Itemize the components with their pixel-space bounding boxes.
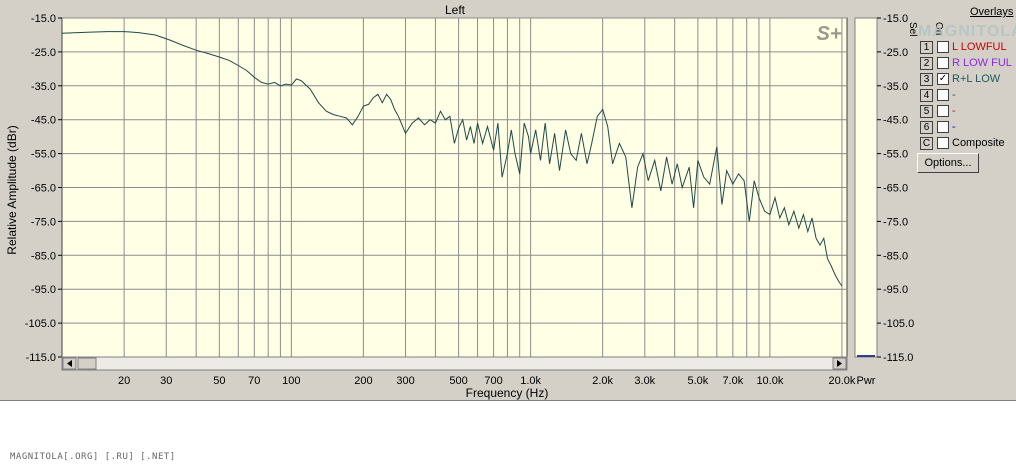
x-tick-label: 2.0k [592,375,613,387]
power-tick-label: -35.0 [883,81,908,93]
x-tick-label: 5.0k [687,375,708,387]
power-tick-label: -75.0 [883,216,908,228]
x-tick-label: 100 [282,375,300,387]
overlay-select-3[interactable]: 3 [920,73,933,86]
power-tick-label: -25.0 [883,47,908,59]
power-tick-label: -85.0 [883,250,908,262]
x-tick-label: 20 [118,375,130,387]
overlay-label-6: - [952,121,956,133]
x-tick-label: 300 [396,375,414,387]
overlay-select-2[interactable]: 2 [920,57,933,70]
overlay-select-composite[interactable]: C [920,137,933,150]
x-tick-label: 3.0k [634,375,655,387]
power-tick-label: -15.0 [883,13,908,25]
y-axis-label: Relative Amplitude (dBr) [5,125,19,254]
overlay-label-5: - [952,105,956,117]
overlay-label-3: R+L LOW [952,73,1001,85]
overlay-select-6[interactable]: 6 [920,121,933,134]
frequency-response-chart: Left 20 30 50 70 100 200 300 500 700 1.0k 2.0k 3.0k… [5,3,914,400]
overlay-checkbox-4[interactable] [937,89,949,101]
power-tick-label: -55.0 [883,149,908,161]
options-button[interactable]: Options... [917,153,979,173]
spectrum-window: Left 20 30 50 70 100 200 300 500 700 1.0k 2.0k 3.0k… [0,0,1016,401]
overlay-checkbox-2[interactable] [937,57,949,69]
chart-title: Left [445,3,466,17]
overlay-checkbox-5[interactable] [937,105,949,117]
y-tick-label: -105.0 [25,318,56,330]
x-tick-label: 50 [213,375,225,387]
y-tick-label: -55.0 [31,149,56,161]
overlays-sel-column-label: Sel [907,22,918,37]
x-tick-label: 70 [248,375,260,387]
x-tick-label: 200 [354,375,372,387]
scroll-thumb[interactable] [77,357,97,370]
x-tick-label: 10.0k [756,375,783,387]
plot-logo-mark: S+ [816,23,841,45]
overlay-label-composite: Composite [952,137,1005,149]
y-tick-label: -45.0 [31,115,56,127]
power-tick-label: -95.0 [883,284,908,296]
power-tick-label: -65.0 [883,183,908,195]
x-axis-label: Frequency (Hz) [466,386,549,400]
overlay-checkbox-1[interactable] [937,41,949,53]
x-tick-label: 20.0k [828,375,855,387]
y-tick-label: -25.0 [31,47,56,59]
y-tick-label: -95.0 [31,284,56,296]
x-tick-label: 30 [160,375,172,387]
power-meter [854,17,878,358]
y-tick-label: -15.0 [31,13,56,25]
overlay-label-1: L LOWFUL [952,41,1007,53]
power-tick-label: -115.0 [883,352,913,364]
magnitola-logo: MAGNITOLA [918,23,1016,40]
footer-watermark: MAGNITOLA[.ORG] [.RU] [.NET] [10,452,176,462]
power-meter-label: Pwr [857,375,876,387]
overlay-label-2: R LOW FUL [952,57,1012,69]
overlay-select-5[interactable]: 5 [920,105,933,118]
power-tick-label: -45.0 [883,115,908,127]
overlay-select-1[interactable]: 1 [920,41,933,54]
overlay-select-4[interactable]: 4 [920,89,933,102]
y-tick-label: -35.0 [31,81,56,93]
overlay-checkbox-3[interactable]: ✓ [937,73,949,85]
overlays-title: Overlays [970,6,1014,18]
horizontal-scrollbar[interactable] [61,356,848,371]
y-tick-label: -115.0 [26,352,56,364]
overlay-label-4: - [952,89,956,101]
y-tick-label: -85.0 [31,250,56,262]
overlay-checkbox-6[interactable] [937,121,949,133]
power-meter-ticks: -15.0 -25.0 -35.0 -45.0 -55.0 -65.0 -75.0 -85.0… [877,13,914,364]
y-tick-label: -75.0 [31,216,56,228]
x-tick-label: 7.0k [722,375,743,387]
y-tick-label: -65.0 [31,183,56,195]
overlay-checkbox-composite[interactable] [937,137,949,149]
power-tick-label: -105.0 [883,318,914,330]
